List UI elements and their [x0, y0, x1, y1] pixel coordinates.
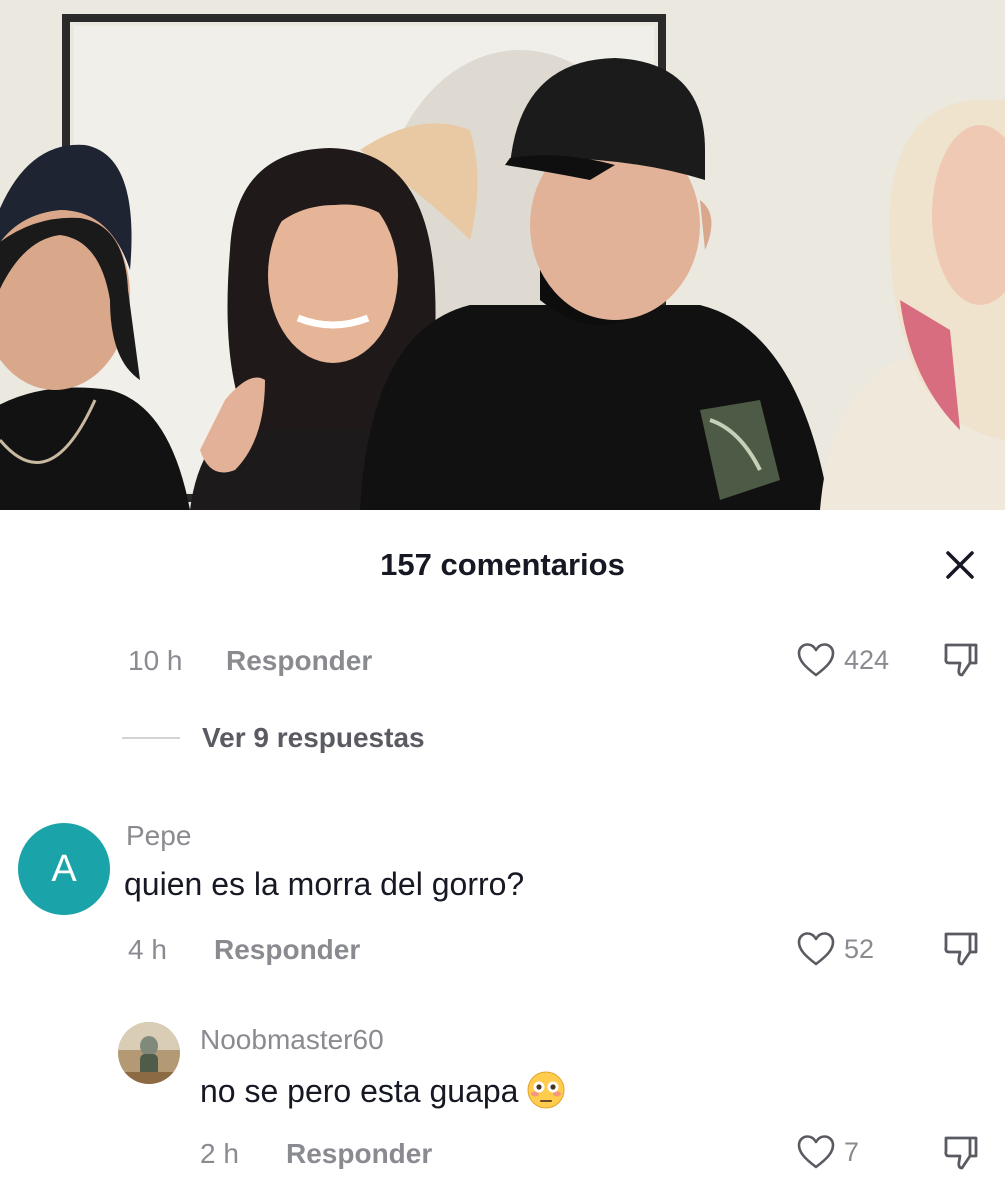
video-still-image	[0, 0, 1005, 510]
avatar[interactable]: A	[18, 823, 110, 915]
like-count: 424	[844, 644, 890, 675]
comment-username[interactable]: Noobmaster60	[200, 1024, 384, 1056]
comment-text: quien es la morra del gorro?	[124, 866, 525, 902]
comment-username[interactable]: Pepe	[126, 820, 191, 852]
thumb-down-icon	[944, 1136, 978, 1170]
like-button[interactable]: 424	[796, 640, 889, 680]
comment-text-body: no se pero esta guapa	[200, 1073, 519, 1109]
view-replies-label: Ver 9 respuestas	[202, 722, 425, 753]
like-button[interactable]: 52	[796, 929, 874, 969]
reply-button[interactable]: Responder	[214, 934, 360, 966]
comments-sheet: 157 comentarios 10 h Responder 424 Ver 9…	[0, 510, 1005, 1200]
dislike-button[interactable]	[942, 641, 980, 679]
dislike-button[interactable]	[942, 930, 980, 968]
view-replies-button[interactable]: Ver 9 respuestas	[122, 720, 425, 756]
heart-outline-icon	[797, 1135, 835, 1169]
close-icon	[946, 551, 974, 579]
heart-outline-icon	[797, 643, 835, 677]
video-frame[interactable]	[0, 0, 1005, 510]
heart-outline-icon	[797, 932, 835, 966]
like-button[interactable]: 7	[796, 1132, 859, 1172]
avatar-image	[118, 1022, 180, 1084]
comment-time: 4 h	[128, 934, 167, 965]
close-button[interactable]	[938, 543, 982, 587]
avatar[interactable]	[118, 1022, 180, 1084]
comments-count-title: 157 comentarios	[380, 547, 625, 582]
thumb-down-icon	[944, 932, 978, 966]
flushed-face-icon	[527, 1071, 565, 1109]
replies-divider-line	[122, 737, 180, 739]
reply-button[interactable]: Responder	[286, 1138, 432, 1170]
comment-text: no se pero esta guapa	[200, 1070, 566, 1110]
comment-time: 2 h	[200, 1138, 239, 1169]
like-count: 52	[844, 933, 875, 964]
reply-button[interactable]: Responder	[226, 645, 372, 677]
comment-time: 10 h	[128, 645, 183, 676]
thumb-down-icon	[944, 643, 978, 677]
dislike-button[interactable]	[942, 1134, 980, 1172]
like-count: 7	[844, 1136, 860, 1167]
